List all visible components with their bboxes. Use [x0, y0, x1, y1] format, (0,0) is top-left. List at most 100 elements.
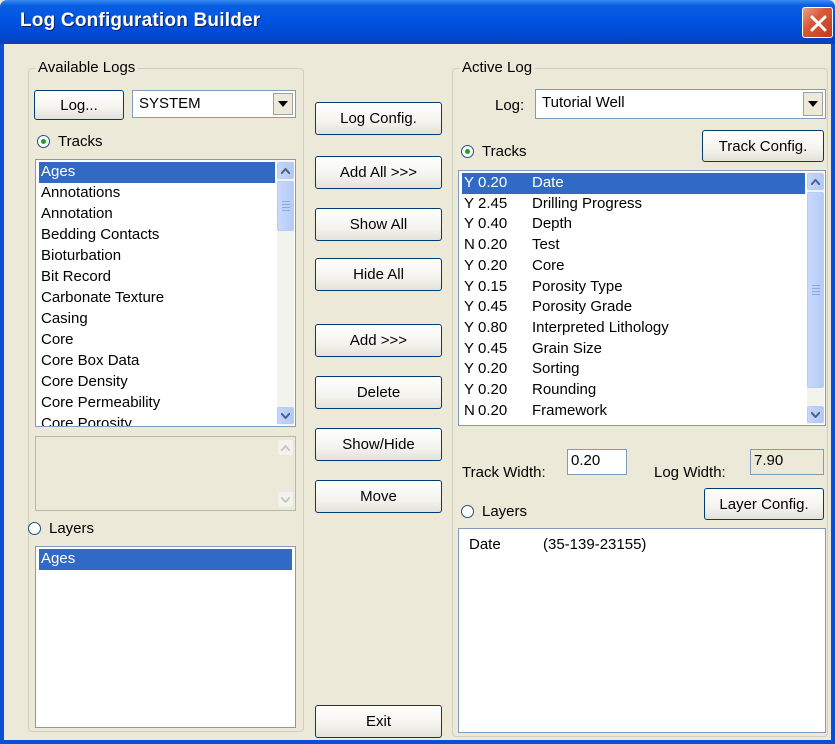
log-width-value: 7.90 [750, 449, 824, 475]
list-item[interactable]: Core Box Data [39, 351, 275, 372]
available-tracks-radio[interactable]: Tracks [37, 133, 102, 150]
list-item[interactable]: Bedding Contacts [39, 225, 275, 246]
radio-checked-icon [37, 135, 50, 148]
track-visible-flag: Y [464, 318, 475, 336]
list-item[interactable]: Bioturbation [39, 246, 275, 267]
exit-button[interactable]: Exit [315, 705, 442, 738]
table-row[interactable]: N 0.20 Test [462, 235, 805, 256]
track-name: Drilling Progress [532, 194, 643, 212]
table-row[interactable]: Y 0.20 Core [462, 256, 805, 277]
scroll-up-icon[interactable] [277, 162, 294, 179]
list-item[interactable]: Core [39, 330, 275, 351]
track-name: Date [532, 174, 564, 191]
table-row[interactable]: Y 0.45 Porosity Grade [462, 297, 805, 318]
list-item[interactable]: Core Permeability [39, 393, 275, 414]
track-width: 0.15 [478, 277, 508, 295]
available-log-combo[interactable]: SYSTEM [132, 90, 296, 118]
list-item[interactable]: Ages [39, 162, 275, 183]
track-width: 0.20 [478, 401, 508, 419]
track-visible-flag: Y [464, 215, 475, 233]
scroll-down-icon[interactable] [807, 406, 824, 423]
table-row[interactable]: Y 0.20 Rounding [462, 380, 805, 401]
table-row[interactable]: Y 0.20 Date [462, 173, 805, 194]
list-item[interactable]: Casing [39, 309, 275, 330]
track-width-input[interactable]: 0.20 [567, 449, 627, 475]
available-tracks-scrollbar[interactable] [277, 161, 294, 425]
scroll-thumb[interactable] [277, 181, 294, 231]
track-width: 0.80 [478, 318, 508, 336]
table-row[interactable]: Y 0.45 Grain Size [462, 339, 805, 360]
available-layers-list[interactable]: Ages [35, 546, 296, 728]
track-name: Framework [532, 401, 608, 419]
close-button[interactable] [802, 7, 833, 38]
close-icon [810, 15, 827, 32]
track-width: 0.20 [478, 174, 508, 191]
show-hide-button[interactable]: Show/Hide [315, 428, 442, 461]
track-width: 2.45 [478, 194, 508, 212]
radio-unchecked-icon [28, 522, 41, 535]
track-name: Interpreted Lithology [532, 318, 669, 336]
list-item[interactable]: Core Density [39, 372, 275, 393]
chevron-down-icon[interactable] [803, 92, 823, 116]
table-row[interactable]: Y 0.20 Sorting [462, 359, 805, 380]
log-config-button[interactable]: Log Config. [315, 102, 442, 135]
table-row[interactable]: Y 0.15 Porosity Type [462, 277, 805, 298]
active-log-combo[interactable]: Tutorial Well [535, 89, 826, 119]
list-item[interactable]: Core Porosity [39, 414, 275, 426]
track-width: 0.20 [478, 256, 508, 274]
track-name: Sorting [532, 360, 580, 378]
list-item[interactable]: Annotation [39, 204, 275, 225]
active-log-label: Active Log [459, 59, 536, 76]
list-item[interactable]: Bit Record [39, 267, 275, 288]
available-tracks-list[interactable]: Ages Annotations Annotation Bedding Contact… [35, 159, 296, 427]
show-all-button[interactable]: Show All [315, 208, 442, 241]
list-item[interactable]: Date (35-139-23155) [467, 535, 805, 556]
scroll-up-icon[interactable] [807, 173, 824, 190]
table-row[interactable]: Y 0.80 Interpreted Lithology [462, 318, 805, 339]
list-item[interactable]: Ages [39, 549, 292, 570]
log-open-button[interactable]: Log... [34, 90, 124, 120]
track-name: Porosity Type [532, 277, 623, 295]
active-tracks-radio[interactable]: Tracks [461, 143, 526, 160]
active-tracks-list[interactable]: Y 0.20 Date Y 2.45 Drilling Progress Y 0.40 Dept… [458, 170, 826, 426]
log-width-label: Log Width: [654, 464, 726, 481]
available-description-box [35, 436, 296, 511]
table-row[interactable]: Y 0.40 Depth [462, 214, 805, 235]
list-item[interactable]: Annotations [39, 183, 275, 204]
track-name: Core [532, 256, 565, 274]
track-visible-flag: Y [464, 174, 475, 191]
available-layers-radio[interactable]: Layers [28, 520, 94, 537]
log-configuration-builder-window: Log Configuration Builder Available Logs… [0, 0, 835, 744]
active-tracks-scrollbar[interactable] [807, 172, 824, 424]
chevron-down-icon[interactable] [273, 93, 293, 115]
move-button[interactable]: Move [315, 480, 442, 513]
active-tracks-radio-label: Tracks [482, 143, 527, 160]
track-name: Depth [532, 215, 573, 233]
list-item[interactable]: Carbonate Texture [39, 288, 275, 309]
table-row[interactable]: N 0.20 Framework [462, 401, 805, 422]
radio-checked-icon [461, 145, 474, 158]
track-name: Test [532, 236, 560, 254]
track-visible-flag: Y [464, 277, 475, 295]
add-all-button[interactable]: Add All >>> [315, 156, 442, 189]
available-logs-label: Available Logs [35, 59, 139, 76]
delete-button[interactable]: Delete [315, 376, 442, 409]
layer-detail: (35-139-23155) [543, 536, 647, 553]
scroll-down-icon[interactable] [277, 407, 294, 424]
add-button[interactable]: Add >>> [315, 324, 442, 357]
track-width: 0.45 [478, 339, 508, 357]
active-log-combo-value: Tutorial Well [542, 94, 625, 111]
track-visible-flag: N [464, 236, 475, 254]
scroll-thumb[interactable] [807, 192, 824, 388]
hide-all-button[interactable]: Hide All [315, 258, 442, 291]
title-bar[interactable]: Log Configuration Builder [0, 0, 835, 44]
track-width: 0.20 [478, 236, 508, 254]
active-layers-list[interactable]: Date (35-139-23155) [458, 528, 826, 733]
table-row[interactable]: Y 2.45 Drilling Progress [462, 194, 805, 215]
track-visible-flag: Y [464, 256, 475, 274]
layer-config-button[interactable]: Layer Config. [704, 488, 824, 520]
layer-name: Date [469, 536, 501, 553]
active-layers-radio[interactable]: Layers [461, 503, 527, 520]
available-log-combo-value: SYSTEM [139, 95, 201, 112]
track-config-button[interactable]: Track Config. [702, 130, 824, 162]
